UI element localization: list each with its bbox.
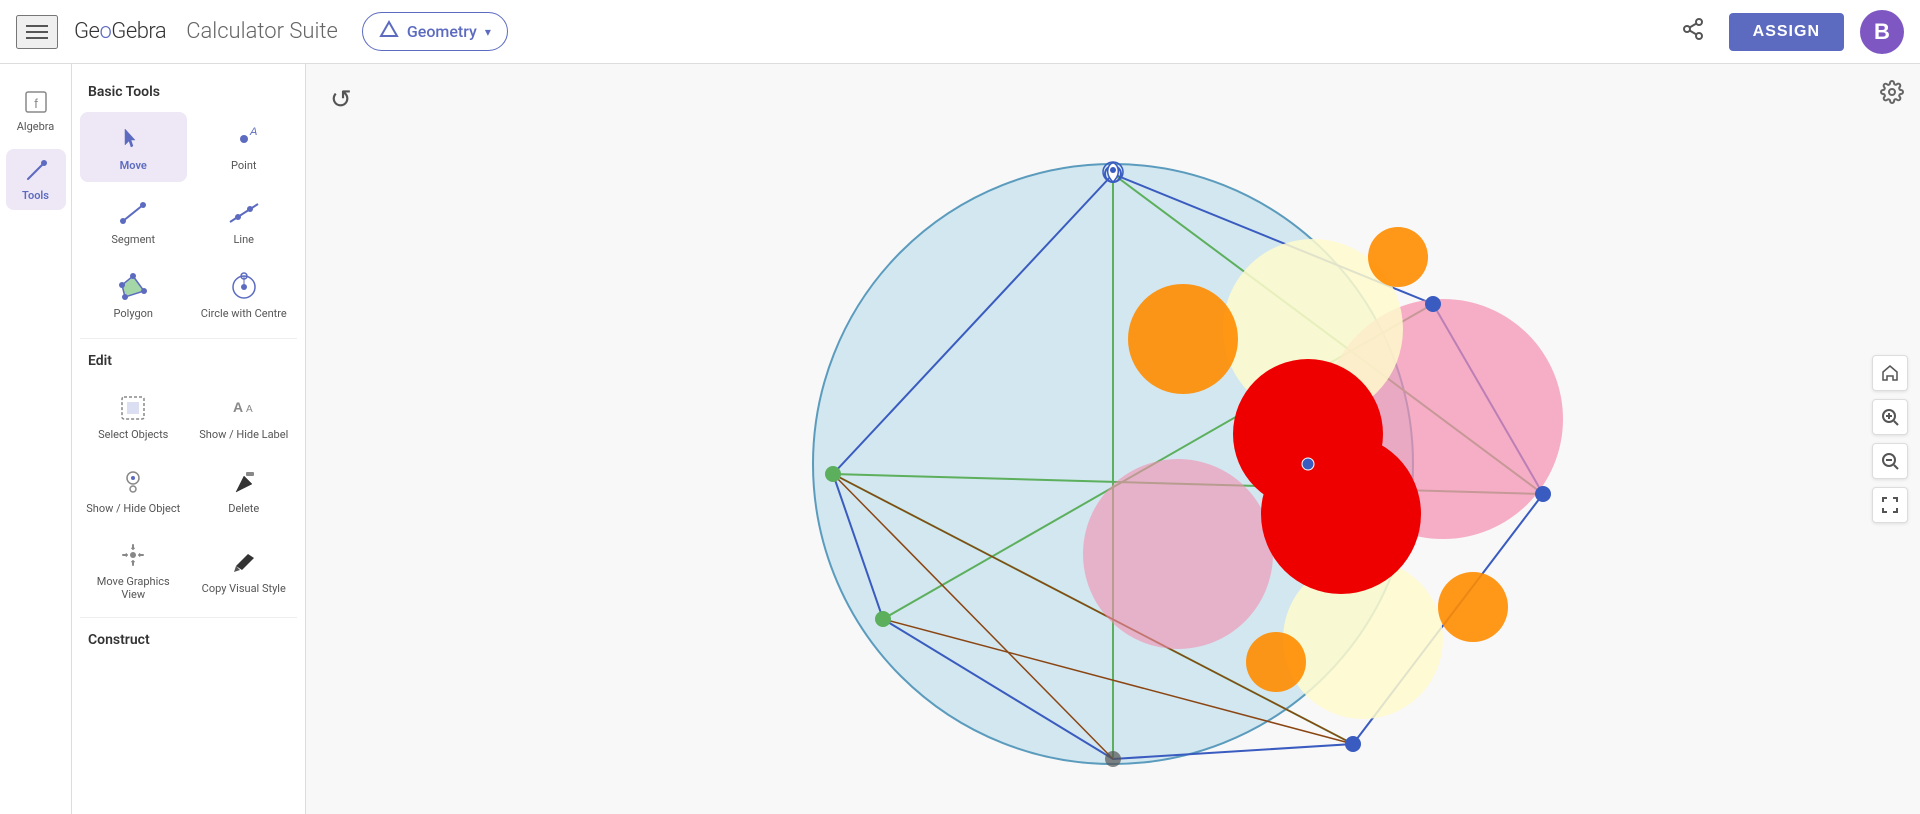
move-label: Move bbox=[120, 159, 147, 172]
show-hide-label-tool[interactable]: A A Show / Hide Label bbox=[191, 381, 298, 451]
delete-tool[interactable]: Delete bbox=[191, 455, 298, 525]
svg-text:A: A bbox=[246, 404, 253, 415]
home-button[interactable] bbox=[1872, 355, 1908, 391]
construct-section: Construct bbox=[80, 624, 297, 656]
move-graphics-label: Move Graphics View bbox=[84, 575, 183, 601]
chevron-down-icon: ▾ bbox=[485, 25, 491, 39]
tools-panel: Basic Tools Move A Point bbox=[72, 64, 306, 814]
geometry-icon bbox=[379, 19, 399, 44]
line-tool[interactable]: Line bbox=[191, 186, 298, 256]
edit-tools-grid: Select Objects A A Show / Hide Label Sho… bbox=[80, 381, 297, 609]
circle-center-tool[interactable]: Circle with Centre bbox=[191, 260, 298, 330]
sidebar-item-tools[interactable]: Tools bbox=[6, 149, 66, 210]
copy-visual-label: Copy Visual Style bbox=[202, 582, 286, 595]
undo-button[interactable]: ↺ bbox=[322, 80, 360, 119]
geometry-canvas[interactable] bbox=[306, 64, 1920, 814]
line-label: Line bbox=[233, 233, 254, 246]
zoom-in-button[interactable] bbox=[1872, 399, 1908, 435]
assign-button[interactable]: ASSIGN bbox=[1729, 13, 1844, 51]
move-graphics-tool[interactable]: Move Graphics View bbox=[80, 529, 187, 609]
tools-label: Tools bbox=[22, 189, 49, 202]
hamburger-button[interactable] bbox=[16, 15, 58, 49]
calculator-suite-label: Calculator Suite bbox=[186, 19, 338, 44]
construct-divider bbox=[80, 617, 297, 618]
svg-text:f: f bbox=[34, 96, 38, 111]
settings-button[interactable] bbox=[1880, 80, 1904, 110]
move-tool[interactable]: Move bbox=[80, 112, 187, 182]
select-objects-tool[interactable]: Select Objects bbox=[80, 381, 187, 451]
algebra-label: Algebra bbox=[17, 120, 55, 133]
polygon-tool[interactable]: Polygon bbox=[80, 260, 187, 330]
share-button[interactable] bbox=[1673, 9, 1713, 55]
segment-label: Segment bbox=[111, 233, 155, 246]
delete-label: Delete bbox=[228, 502, 259, 515]
show-hide-label-label: Show / Hide Label bbox=[199, 428, 288, 441]
basic-tools-grid: Move A Point Segment bbox=[80, 112, 297, 330]
show-hide-object-label: Show / Hide Object bbox=[86, 502, 180, 515]
geometry-label: Geometry bbox=[407, 22, 477, 41]
canvas-area[interactable]: ↺ bbox=[306, 64, 1920, 814]
copy-visual-tool[interactable]: Copy Visual Style bbox=[191, 529, 298, 609]
avatar-button[interactable]: B bbox=[1860, 10, 1904, 54]
toolbar-row: ↺ bbox=[322, 80, 360, 119]
basic-tools-section: Basic Tools bbox=[80, 76, 297, 108]
svg-text:A: A bbox=[233, 399, 243, 415]
edit-section: Edit bbox=[80, 345, 297, 377]
edit-divider bbox=[80, 338, 297, 339]
sidebar-icons: f Algebra Tools bbox=[0, 64, 72, 814]
right-sidebar bbox=[1872, 355, 1908, 523]
point-tool[interactable]: A Point bbox=[191, 112, 298, 182]
point-label: Point bbox=[231, 159, 257, 172]
geometry-dropdown[interactable]: Geometry ▾ bbox=[362, 12, 508, 51]
show-hide-object-tool[interactable]: Show / Hide Object bbox=[80, 455, 187, 525]
main-layout: f Algebra Tools Basic Tools Move bbox=[0, 64, 1920, 814]
logo-text: GeoGebra bbox=[74, 19, 166, 44]
zoom-out-button[interactable] bbox=[1872, 443, 1908, 479]
polygon-label: Polygon bbox=[114, 307, 153, 320]
svg-text:A: A bbox=[249, 126, 257, 138]
circle-center-label: Circle with Centre bbox=[201, 307, 287, 320]
sidebar-item-algebra[interactable]: f Algebra bbox=[6, 80, 66, 141]
fullscreen-button[interactable] bbox=[1872, 487, 1908, 523]
header: GeoGebra Calculator Suite Geometry ▾ ASS… bbox=[0, 0, 1920, 64]
segment-tool[interactable]: Segment bbox=[80, 186, 187, 256]
select-objects-label: Select Objects bbox=[98, 428, 168, 441]
logo: GeoGebra bbox=[74, 19, 166, 44]
